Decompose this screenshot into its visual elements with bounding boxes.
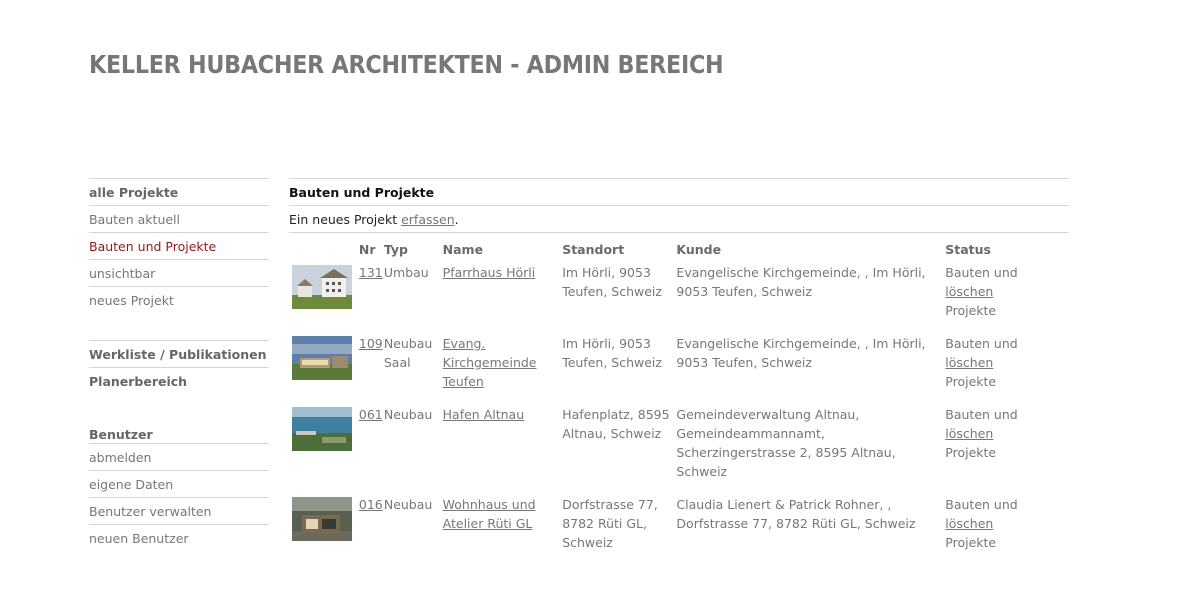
- create-project-link[interactable]: erfassen: [401, 212, 455, 227]
- status-cell: Bauten und löschen Projekte: [945, 403, 1069, 493]
- col-standort: Standort: [562, 242, 625, 257]
- nav-logout[interactable]: abmelden: [89, 444, 269, 470]
- col-thumb: [289, 233, 359, 261]
- standort-cell: Hafenplatz, 8595 Altnau, Schweiz: [562, 407, 670, 441]
- nav-worklist-publications[interactable]: Werkliste / Publikationen: [89, 340, 269, 367]
- status-cell: Bauten und löschen Projekte: [945, 332, 1069, 403]
- page-title: Bauten und Projekte: [289, 178, 1069, 205]
- typ-cell: Neubau: [383, 407, 433, 422]
- delete-link[interactable]: löschen: [945, 426, 993, 441]
- project-thumbnail[interactable]: [292, 336, 352, 380]
- project-nr-link[interactable]: 109: [359, 336, 383, 351]
- site-title: KELLER HUBACHER ARCHITEKTEN - ADMIN BERE…: [89, 50, 724, 79]
- intro-text: Ein neues Projekt: [289, 212, 402, 227]
- table-row: 016 Neubau Wohnhaus und Atelier Rüti GL …: [289, 493, 1069, 564]
- nav-users-heading: Benutzer: [89, 426, 269, 444]
- status-text-tail: Projekte: [945, 535, 997, 550]
- name-cell: Hafen Altnau: [443, 403, 563, 493]
- nr-cell: 061: [359, 403, 384, 493]
- status-cell: Bauten und löschen Projekte: [945, 261, 1069, 332]
- name-cell: Evang. Kirchgemeinde Teufen: [443, 332, 563, 403]
- nr-cell: 131: [359, 261, 384, 332]
- thumbnail-cell: [289, 332, 359, 403]
- project-thumbnail[interactable]: [292, 497, 352, 541]
- kunde-cell: Claudia Lienert & Patrick Rohner, , Dorf…: [676, 497, 916, 531]
- project-nr-link[interactable]: 061: [359, 407, 383, 422]
- name-cell: Pfarrhaus Hörli: [443, 261, 563, 332]
- project-name-link[interactable]: Evang. Kirchgemeinde Teufen: [443, 336, 537, 389]
- table-row: 131 Umbau Pfarrhaus Hörli Im Hörli, 9053…: [289, 261, 1069, 332]
- nav-planner-area[interactable]: Planerbereich: [89, 367, 269, 394]
- status-text-tail: Projekte: [945, 303, 997, 318]
- status-text: Bauten und: [945, 336, 1018, 351]
- project-thumbnail[interactable]: [292, 265, 352, 309]
- col-name: Name: [442, 242, 484, 257]
- delete-link[interactable]: löschen: [945, 284, 993, 299]
- main-content: Bauten und Projekte Ein neues Projekt er…: [289, 178, 1069, 564]
- nr-cell: 016: [359, 493, 384, 564]
- col-status: Status: [945, 242, 991, 257]
- project-nr-link[interactable]: 131: [359, 265, 383, 280]
- project-thumbnail[interactable]: [292, 407, 352, 451]
- project-name-link[interactable]: Wohnhaus und Atelier Rüti GL: [443, 497, 536, 531]
- delete-link[interactable]: löschen: [945, 516, 993, 531]
- standort-cell: Im Hörli, 9053 Teufen, Schweiz: [562, 265, 662, 299]
- nav-new-project[interactable]: neues Projekt: [89, 286, 269, 313]
- nav-invisible[interactable]: unsichtbar: [89, 259, 269, 286]
- projects-table-wrap: Nr Typ Name Standort Kunde Status 131 Um…: [289, 232, 1069, 564]
- status-text-tail: Projekte: [945, 445, 997, 460]
- typ-cell: Neubau: [383, 497, 433, 512]
- col-nr: Nr: [358, 242, 376, 257]
- nav-new-user[interactable]: neuen Benutzer: [89, 524, 269, 551]
- kunde-cell: Evangelische Kirchgemeinde, , Im Hörli, …: [676, 336, 926, 370]
- intro-line: Ein neues Projekt erfassen.: [289, 205, 1069, 232]
- standort-cell: Dorfstrasse 77, 8782 Rüti GL, Schweiz: [562, 497, 658, 550]
- col-kunde: Kunde: [676, 242, 722, 257]
- standort-cell: Im Hörli, 9053 Teufen, Schweiz: [562, 336, 662, 370]
- typ-cell: Umbau: [383, 265, 429, 280]
- project-nr-link[interactable]: 016: [359, 497, 383, 512]
- status-cell: Bauten und löschen Projekte: [945, 493, 1069, 564]
- status-text: Bauten und: [945, 497, 1018, 512]
- status-text-tail: Projekte: [945, 374, 997, 389]
- nav-current-buildings[interactable]: Bauten aktuell: [89, 205, 269, 232]
- col-typ: Typ: [383, 242, 408, 257]
- kunde-cell: Evangelische Kirchgemeinde, , Im Hörli, …: [676, 265, 926, 299]
- name-cell: Wohnhaus und Atelier Rüti GL: [443, 493, 563, 564]
- status-text: Bauten und: [945, 265, 1018, 280]
- delete-link[interactable]: löschen: [945, 355, 993, 370]
- thumbnail-cell: [289, 493, 359, 564]
- intro-end: .: [454, 212, 459, 227]
- sidebar: alle Projekte Bauten aktuell Bauten und …: [89, 178, 269, 551]
- typ-cell: Neubau Saal: [383, 336, 433, 370]
- nav-buildings-and-projects[interactable]: Bauten und Projekte: [89, 232, 269, 259]
- table-header-row: Nr Typ Name Standort Kunde Status: [289, 233, 1069, 261]
- table-row: 109 Neubau Saal Evang. Kirchgemeinde Teu…: [289, 332, 1069, 403]
- nr-cell: 109: [359, 332, 384, 403]
- projects-table: Nr Typ Name Standort Kunde Status 131 Um…: [289, 233, 1069, 564]
- thumbnail-cell: [289, 261, 359, 332]
- status-text: Bauten und: [945, 407, 1018, 422]
- thumbnail-cell: [289, 403, 359, 493]
- project-name-link[interactable]: Hafen Altnau: [443, 407, 524, 422]
- table-row: 061 Neubau Hafen Altnau Hafenplatz, 8595…: [289, 403, 1069, 493]
- nav-all-projects[interactable]: alle Projekte: [89, 178, 269, 205]
- nav-manage-users[interactable]: Benutzer verwalten: [89, 497, 269, 524]
- project-name-link[interactable]: Pfarrhaus Hörli: [443, 265, 536, 280]
- kunde-cell: Gemeindeverwaltung Altnau, Gemeindeamman…: [676, 407, 896, 479]
- nav-own-data[interactable]: eigene Daten: [89, 470, 269, 497]
